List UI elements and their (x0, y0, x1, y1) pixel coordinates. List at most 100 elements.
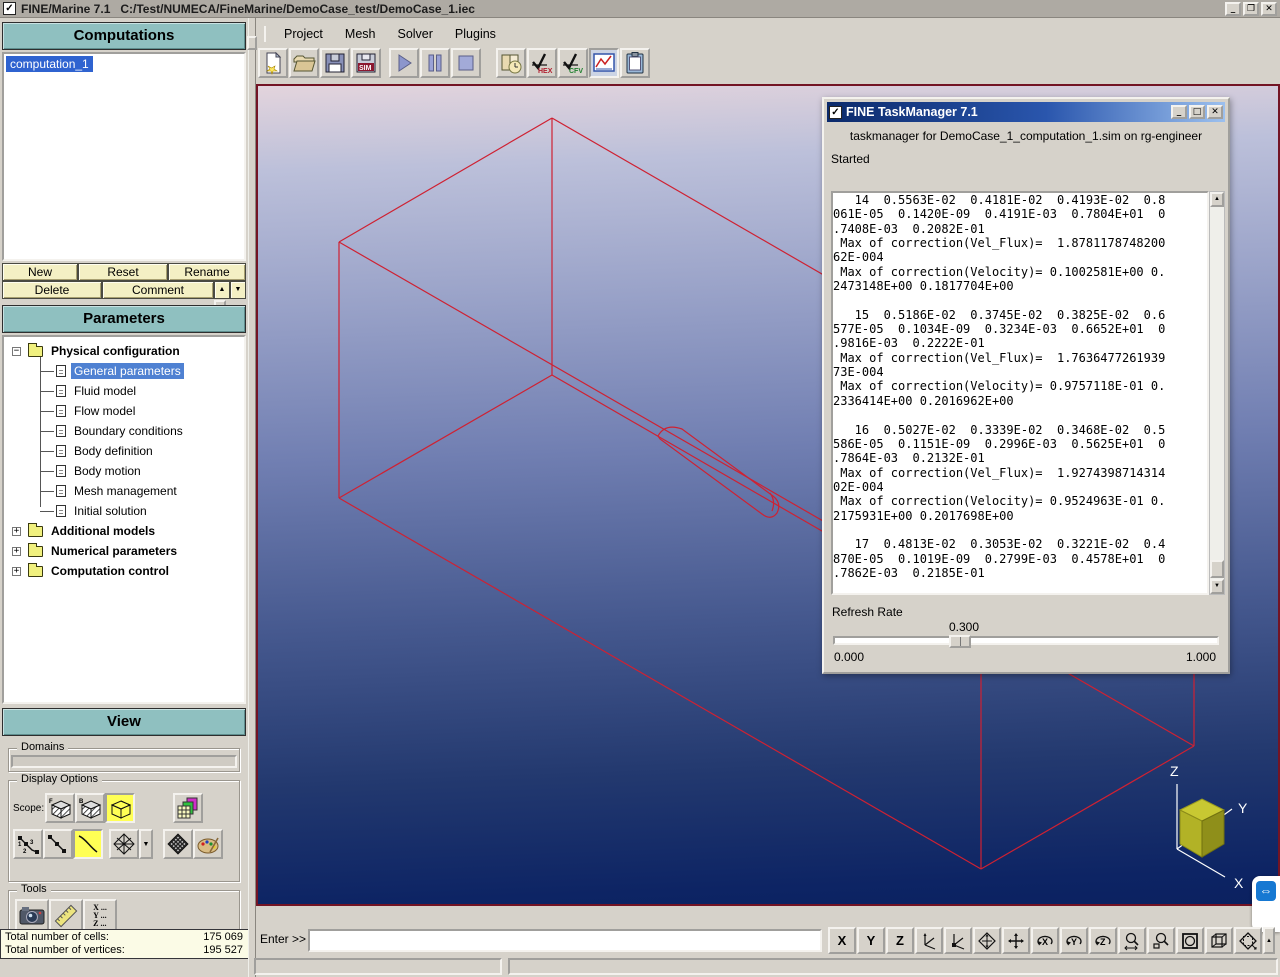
open-project-button[interactable] (289, 48, 319, 78)
scroll-thumb[interactable] (1210, 560, 1224, 578)
delete-button[interactable]: Delete (2, 281, 102, 299)
rotate-x-button[interactable]: X (1031, 927, 1059, 954)
orientation-button[interactable] (109, 829, 139, 859)
tree-node-label[interactable]: Mesh management (71, 483, 180, 499)
view-axes-button[interactable] (915, 927, 943, 954)
tm-close-button[interactable]: ✕ (1207, 105, 1223, 119)
expand-icon[interactable]: + (12, 567, 21, 576)
section-numbered-button[interactable]: 1 2 3 (13, 829, 43, 859)
zoom-button[interactable] (1118, 927, 1146, 954)
tree-node-label[interactable]: Additional models (48, 523, 158, 539)
tree-node-fluid-model[interactable]: Fluid model (4, 381, 244, 401)
tree-node-label[interactable]: Fluid model (71, 383, 139, 399)
start-computation-button[interactable] (389, 48, 419, 78)
tree-node-boundary-conditions[interactable]: Boundary conditions (4, 421, 244, 441)
view-y-button[interactable]: Y (857, 927, 885, 954)
tree-node-flow-model[interactable]: Flow model (4, 401, 244, 421)
scope-wireframe-button[interactable] (105, 793, 135, 823)
toolbar-overflow-button[interactable]: ▲ (1263, 927, 1275, 954)
tree-node-mesh-management[interactable]: Mesh management (4, 481, 244, 501)
scope-back-faces-button[interactable]: B (75, 793, 105, 823)
tree-node-label[interactable]: Body motion (71, 463, 144, 479)
scope-front-faces-button[interactable]: F (45, 793, 75, 823)
reset-button[interactable]: Reset (78, 263, 168, 281)
menu-project[interactable]: Project (275, 24, 332, 44)
hexpress-button[interactable]: HEX (527, 48, 557, 78)
slider-handle[interactable] (949, 635, 971, 648)
view-z-button[interactable]: Z (886, 927, 914, 954)
tree-node-initial-solution[interactable]: Initial solution (4, 501, 244, 521)
scroll-up-button[interactable]: ▲ (1210, 192, 1224, 207)
menu-mesh[interactable]: Mesh (336, 24, 385, 44)
console-scrollbar[interactable]: ▲ ▼ (1209, 191, 1225, 595)
layers-button[interactable] (173, 793, 203, 823)
clipping-plane-button[interactable] (1234, 927, 1262, 954)
move-down-button[interactable]: ▼ (230, 281, 246, 299)
computation-list-item[interactable]: computation_1 (6, 56, 93, 72)
domains-list[interactable] (11, 755, 237, 768)
coordinates-button[interactable]: X ... Y ... Z ... (83, 899, 117, 933)
menu-plugins[interactable]: Plugins (446, 24, 505, 44)
taskmanager-titlebar[interactable]: ✓ FINE TaskManager 7.1 _ □ ✕ (827, 102, 1225, 122)
rotate-y-button[interactable]: Y (1060, 927, 1088, 954)
scroll-down-button[interactable]: ▼ (1210, 579, 1224, 594)
tree-node-label[interactable]: Physical configuration (48, 343, 183, 359)
tm-minimize-button[interactable]: _ (1171, 105, 1187, 119)
tree-node-label[interactable]: Boundary conditions (71, 423, 186, 439)
restore-button[interactable]: ❐ (1243, 2, 1259, 16)
palette-button[interactable] (193, 829, 223, 859)
solver-console[interactable]: 14 0.5563E-02 0.4181E-02 0.4193E-02 0.8 … (831, 191, 1209, 595)
task-manager-button[interactable] (496, 48, 526, 78)
tree-node-computation-control[interactable]: + Computation control (4, 561, 244, 581)
window-titlebar[interactable]: ✓ FINE/Marine 7.1 C:/Test/NUMECA/FineMar… (0, 0, 1280, 18)
tree-node-label[interactable]: Flow model (71, 403, 138, 419)
panel-splitter[interactable] (248, 18, 256, 977)
save-sim-button[interactable]: SIM (351, 48, 381, 78)
fit-view-button[interactable] (973, 927, 1001, 954)
save-button[interactable] (320, 48, 350, 78)
new-project-button[interactable] (258, 48, 288, 78)
minimize-button[interactable]: _ (1225, 2, 1241, 16)
tree-node-label[interactable]: Body definition (71, 443, 156, 459)
tree-node-label[interactable]: Computation control (48, 563, 172, 579)
zoom-box-button[interactable] (1147, 927, 1175, 954)
tree-node-label[interactable]: Numerical parameters (48, 543, 180, 559)
collapse-icon[interactable]: − (12, 347, 21, 356)
refresh-rate-slider[interactable] (833, 636, 1219, 645)
move-up-button[interactable]: ▲ (214, 281, 230, 299)
tree-node-numerical-parameters[interactable]: + Numerical parameters (4, 541, 244, 561)
remote-access-tab[interactable]: ⇔ (1252, 876, 1280, 932)
tree-node-general-parameters[interactable]: General parameters (4, 361, 244, 381)
taskmanager-dialog[interactable]: ✓ FINE TaskManager 7.1 _ □ ✕ taskmanager… (822, 97, 1230, 674)
view-axes-local-button[interactable] (944, 927, 972, 954)
cube-view-button[interactable] (1205, 927, 1233, 954)
view-x-button[interactable]: X (828, 927, 856, 954)
command-input[interactable] (308, 929, 822, 952)
tm-maximize-button[interactable]: □ (1189, 105, 1205, 119)
computations-list[interactable]: computation_1 (2, 52, 246, 261)
tree-node-label[interactable]: General parameters (71, 363, 184, 379)
suspend-computation-button[interactable] (420, 48, 450, 78)
projection-button[interactable] (1176, 927, 1204, 954)
rename-button[interactable]: Rename (168, 263, 246, 281)
expand-icon[interactable]: + (12, 527, 21, 536)
curve-button[interactable] (73, 829, 103, 859)
stop-computation-button[interactable] (451, 48, 481, 78)
snapshot-button[interactable] (15, 899, 49, 933)
monitor-button[interactable] (589, 48, 619, 78)
rotate-z-button[interactable]: Z (1089, 927, 1117, 954)
tree-node-additional-models[interactable]: + Additional models (4, 521, 244, 541)
measure-button[interactable] (49, 899, 83, 933)
new-button[interactable]: New (2, 263, 78, 281)
expand-icon[interactable]: + (12, 547, 21, 556)
cfview-button[interactable]: CFV (558, 48, 588, 78)
comment-button[interactable]: Comment (102, 281, 214, 299)
section-dots-button[interactable] (43, 829, 73, 859)
tree-node-body-motion[interactable]: Body motion (4, 461, 244, 481)
tree-node-label[interactable]: Initial solution (71, 503, 150, 519)
orientation-dropdown-button[interactable]: ▼ (139, 829, 153, 859)
mesh-surface-button[interactable] (163, 829, 193, 859)
tree-node-body-definition[interactable]: Body definition (4, 441, 244, 461)
menu-solver[interactable]: Solver (388, 24, 441, 44)
menubar-grip[interactable] (264, 26, 267, 42)
